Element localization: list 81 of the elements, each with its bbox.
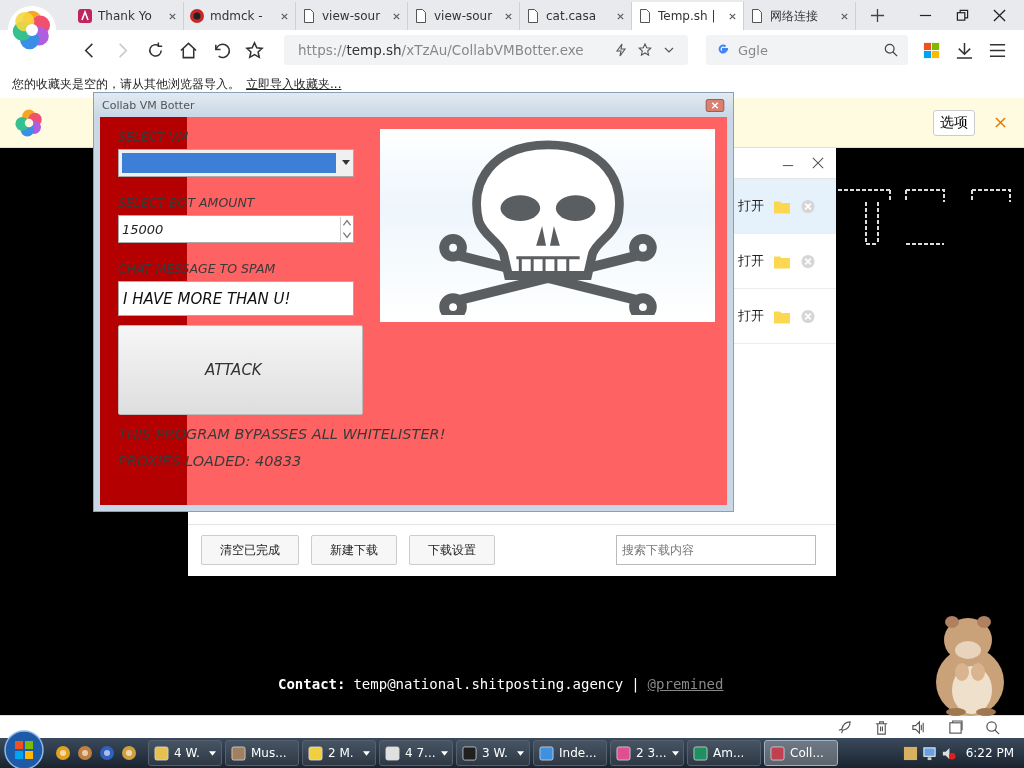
tab-title: Thank Yo (98, 9, 153, 23)
app-icon (308, 745, 323, 761)
tab-title: mdmck - (210, 9, 264, 23)
download-search-field[interactable]: 搜索下载内容 (616, 535, 816, 565)
start-button[interactable] (4, 730, 44, 768)
search-icon[interactable] (985, 719, 1000, 735)
restore-icon[interactable] (956, 9, 969, 22)
page-icon (526, 9, 540, 23)
windows-grid-icon[interactable] (922, 40, 941, 60)
download-action-button[interactable]: 新建下载 (311, 535, 397, 565)
chat-message-field[interactable]: I HAVE MORE THAN U! (118, 281, 354, 316)
profile-link[interactable]: @premined (647, 676, 724, 692)
download-action-button[interactable]: 清空已完成 (201, 535, 299, 565)
g-logo-icon (716, 43, 730, 57)
page-icon (414, 9, 428, 23)
taskbar-button[interactable]: Coll... (764, 740, 838, 766)
close-icon[interactable] (812, 157, 824, 169)
network-icon[interactable] (921, 745, 937, 761)
app-icon (231, 745, 246, 761)
app-icon (616, 745, 631, 761)
avatar-icon (190, 9, 204, 23)
star-icon[interactable] (638, 43, 652, 57)
taskbar-button[interactable]: Mus... (225, 740, 299, 766)
contact-email: temp@national.shitposting.agency (353, 676, 624, 692)
page-icon (750, 9, 764, 23)
app-icon (770, 745, 785, 761)
bookmark-star-button[interactable] (245, 40, 264, 60)
reload-button[interactable] (146, 40, 165, 60)
separator: | (631, 676, 640, 692)
taskbar-button[interactable]: 2 M. (302, 740, 376, 766)
bot-amount-spinner[interactable]: 15000 (118, 215, 354, 243)
window-title: Collab VM Botter (102, 98, 195, 112)
close-icon[interactable] (993, 9, 1006, 22)
search-field[interactable]: Ggle (706, 35, 908, 65)
open-link[interactable]: 打开 (738, 197, 764, 215)
caret-icon (342, 160, 350, 166)
tab-title: cat.casa (546, 9, 598, 23)
app-icon (693, 745, 708, 761)
undo-button[interactable] (212, 40, 231, 60)
taskbar-button[interactable]: 4 7... (379, 740, 453, 766)
app-icon (462, 745, 477, 761)
open-link[interactable]: 打开 (738, 252, 764, 270)
attack-button[interactable]: ATTACK (118, 325, 363, 415)
page-icon (638, 9, 652, 23)
close-icon[interactable] (728, 11, 737, 21)
bookmarks-empty-message: 您的收藏夹是空的，请从其他浏览器导入。 (12, 75, 240, 93)
tray-icon[interactable] (902, 745, 918, 761)
notice-text: THIS PROGRAM BYPASSES ALL WHITELISTER! (118, 426, 447, 442)
app-icon (154, 745, 169, 761)
taskbar-button[interactable]: Am... (687, 740, 761, 766)
contact-label: Contact: (278, 676, 346, 692)
import-bookmarks-link[interactable]: 立即导入收藏夹... (246, 75, 342, 93)
window-icon[interactable] (948, 719, 963, 735)
taskbar-button[interactable]: 4 W. (148, 740, 222, 766)
taskbar-button[interactable]: 3 W. (456, 740, 530, 766)
taskbar-button[interactable]: 2 3... (610, 740, 684, 766)
address-bar[interactable]: https://temp.sh/xTzAu/CollabVMBotter.exe (284, 35, 688, 65)
app-icon (539, 745, 554, 761)
taskbar-button[interactable]: Inde... (533, 740, 607, 766)
search-input[interactable]: Ggle (736, 41, 878, 59)
clock[interactable]: 6:22 PM (965, 746, 1014, 760)
trash-icon[interactable] (874, 719, 889, 735)
home-button[interactable] (179, 40, 198, 60)
lightning-icon[interactable] (614, 43, 628, 57)
page-icon (302, 9, 316, 23)
open-link[interactable]: 打开 (738, 307, 764, 325)
tab-title: Temp.sh | (658, 9, 717, 23)
search-icon[interactable] (884, 43, 898, 57)
browser-tab[interactable]: Temp.sh | (632, 2, 744, 30)
app-icon (78, 9, 92, 23)
download-action-button[interactable]: 下载设置 (409, 535, 495, 565)
vm-dropdown[interactable] (118, 149, 354, 177)
tab-title: view-sour (322, 9, 382, 23)
download-icon[interactable] (955, 40, 974, 60)
notice-text: PROXIES LOADED: 40833 (118, 453, 303, 469)
speaker-icon[interactable] (911, 719, 926, 735)
app-icon (385, 745, 400, 761)
tab-title: 网络连接 (770, 7, 819, 25)
new-tab-icon[interactable] (870, 8, 885, 23)
tab-title: view-sour (434, 9, 494, 23)
options-button[interactable]: 选项 (933, 109, 975, 136)
